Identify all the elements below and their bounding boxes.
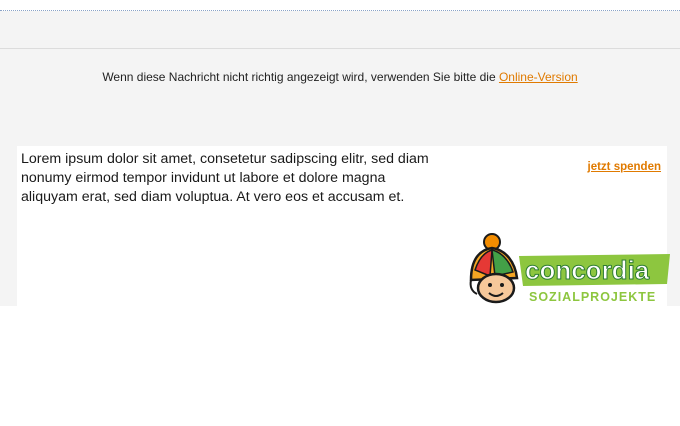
top-bar (0, 0, 680, 11)
online-version-notice: Wenn diese Nachricht nicht richtig angez… (0, 70, 680, 84)
online-version-link[interactable]: Online-Version (499, 70, 578, 84)
donate-link[interactable]: jetzt spenden (588, 161, 661, 173)
body-text: Lorem ipsum dolor sit amet, consetetur s… (21, 151, 429, 205)
logo-name: concordia (525, 255, 650, 285)
notice-text: Wenn diese Nachricht nicht richtig angez… (102, 70, 499, 84)
content-card: Lorem ipsum dolor sit amet, consetetur s… (17, 146, 670, 308)
concordia-logo[interactable]: concordia SOZIALPROJEKTE (465, 232, 670, 308)
divider (0, 48, 680, 49)
hat-boy-mascot-icon (469, 233, 519, 304)
logo-tagline: SOZIALPROJEKTE (529, 290, 656, 304)
